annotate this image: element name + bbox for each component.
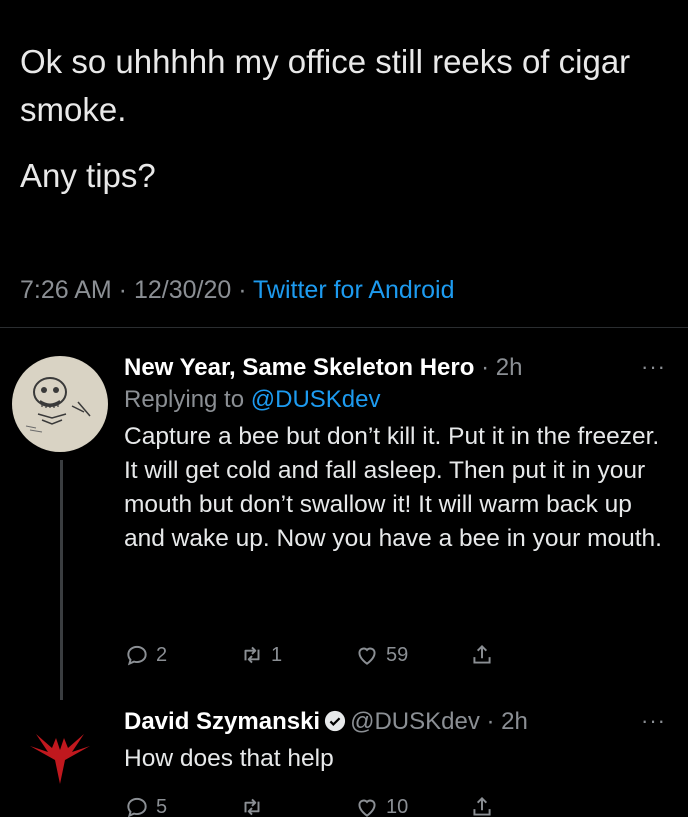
retweet-count: 1	[271, 643, 283, 666]
reply-button[interactable]: 5	[124, 790, 239, 817]
heart-icon	[358, 647, 376, 665]
tweet-timestamp: 7:26 AM · 12/30/20 ·	[20, 276, 254, 304]
reply-2[interactable]: David Szymanski @DUSKdev · 2h ··· How doe…	[124, 706, 674, 776]
user-handle[interactable]: @DUSKdev	[350, 708, 480, 735]
reply-1[interactable]: New Year, Same Skeleton Hero · 2h ··· Re…	[124, 352, 674, 556]
display-name[interactable]: David Szymanski	[124, 708, 320, 735]
devil-logo-icon	[30, 734, 90, 784]
like-count: 59	[386, 643, 409, 666]
reply-button[interactable]: 2	[124, 638, 239, 672]
share-button[interactable]	[469, 638, 584, 672]
replying-prefix: Replying to	[124, 386, 251, 413]
retweet-button[interactable]: 1	[239, 638, 354, 672]
share-icon	[473, 644, 491, 664]
tweet-meta: 7:26 AM · 12/30/20 · Twitter for Android	[20, 276, 455, 305]
replying-to-handle[interactable]: @DUSKdev	[251, 386, 381, 413]
more-options-icon[interactable]: ···	[641, 708, 666, 734]
share-button[interactable]	[469, 790, 584, 817]
like-button[interactable]: 10	[354, 790, 469, 817]
retweet-icon	[244, 798, 260, 816]
reply-time: · 2h	[479, 708, 528, 735]
reply-text: Capture a bee but don’t kill it. Put it …	[124, 423, 662, 552]
reply-count: 2	[156, 643, 168, 666]
tweet-line-1: Ok so uhhhhh my office still reeks of ci…	[20, 43, 631, 128]
display-name[interactable]: New Year, Same Skeleton Hero	[124, 354, 474, 381]
skeleton-drawing-icon	[13, 357, 107, 451]
tweet-text: Ok so uhhhhh my office still reeks of ci…	[20, 38, 670, 218]
replying-to: Replying to @DUSKdev	[124, 384, 674, 416]
reply-1-actions: 2 1 59	[124, 638, 584, 672]
reply-2-actions: 5 10	[124, 790, 584, 817]
like-button[interactable]: 59	[354, 638, 469, 672]
heart-icon	[358, 799, 376, 817]
tweet-source-link[interactable]: Twitter for Android	[253, 276, 454, 304]
retweet-icon	[244, 646, 260, 664]
reply-text: How does that help	[124, 745, 334, 772]
verified-badge-icon	[325, 710, 346, 731]
avatar-devil[interactable]	[22, 718, 98, 794]
reply-count: 5	[156, 795, 168, 817]
like-count: 10	[386, 795, 409, 817]
share-icon	[473, 796, 491, 816]
comment-icon	[127, 645, 147, 666]
thread-line	[60, 460, 63, 700]
more-options-icon[interactable]: ···	[641, 354, 666, 380]
reply-header: David Szymanski @DUSKdev · 2h	[124, 706, 674, 738]
divider	[0, 327, 688, 328]
tweet-line-2: Any tips?	[20, 157, 156, 194]
reply-time: · 2h	[474, 354, 523, 381]
comment-icon	[127, 797, 147, 817]
reply-header: New Year, Same Skeleton Hero · 2h	[124, 352, 674, 384]
retweet-button[interactable]	[239, 790, 354, 817]
avatar-skeleton[interactable]	[12, 356, 108, 452]
